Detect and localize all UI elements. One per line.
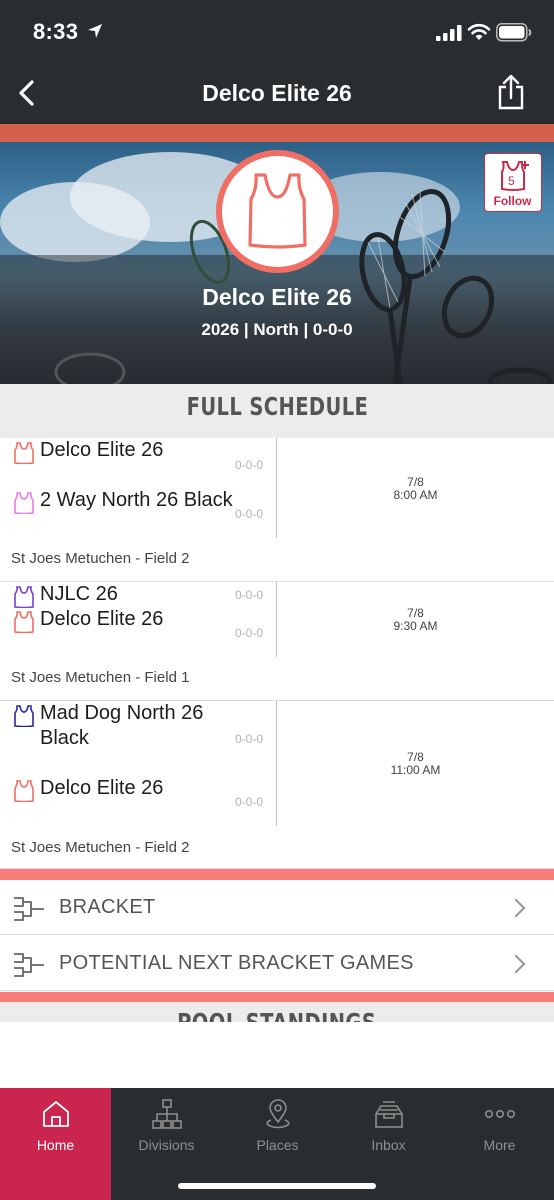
game-venue: St Joes Metuchen - Field 1 bbox=[11, 669, 190, 686]
team2-name: Delco Elite 26 bbox=[40, 608, 164, 630]
game-date: 7/8 bbox=[407, 475, 424, 489]
team2-record: 0-0-0 bbox=[234, 507, 263, 521]
wifi-icon bbox=[467, 23, 491, 40]
follow-label: Follow bbox=[493, 194, 532, 208]
team-subtitle: 2026 | North | 0-0-0 bbox=[201, 320, 353, 339]
follow-button[interactable]: 5 Follow bbox=[484, 153, 542, 212]
navigation-bar: Delco Elite 26 bbox=[0, 62, 554, 124]
tab-more[interactable]: More bbox=[444, 1088, 554, 1200]
team1-jersey-icon bbox=[14, 442, 34, 464]
chevron-right-icon bbox=[514, 898, 526, 918]
game-date: 7/8 bbox=[407, 750, 424, 764]
more-icon bbox=[484, 1110, 515, 1119]
full-schedule-title: FULL SCHEDULE bbox=[186, 392, 368, 421]
team-avatar bbox=[216, 150, 339, 273]
team2-name: 2 Way North 26 Black bbox=[40, 489, 233, 511]
follow-jersey-icon: 5 bbox=[501, 161, 529, 191]
team2-record: 0-0-0 bbox=[234, 626, 263, 640]
tab-more-label: More bbox=[483, 1137, 516, 1153]
potential-bracket-games-label: POTENTIAL NEXT BRACKET GAMES bbox=[59, 952, 414, 974]
game-card[interactable]: NJLC 26 0-0-0 Delco Elite 26 0-0-0 7/8 9… bbox=[0, 582, 554, 701]
team1-record: 0-0-0 bbox=[234, 588, 263, 602]
inbox-icon bbox=[375, 1101, 403, 1128]
section-separator bbox=[0, 869, 554, 880]
team2-name: Delco Elite 26 bbox=[40, 777, 164, 799]
pool-standings-title: POOL STANDINGS bbox=[177, 1008, 376, 1022]
tab-divisions-label: Divisions bbox=[138, 1137, 195, 1153]
divisions-icon bbox=[152, 1099, 182, 1129]
game-venue: St Joes Metuchen - Field 2 bbox=[11, 839, 190, 856]
home-indicator[interactable] bbox=[178, 1183, 376, 1189]
status-bar: 8:33 bbox=[0, 0, 554, 62]
page-title: Delco Elite 26 bbox=[202, 80, 352, 106]
game-date: 7/8 bbox=[407, 606, 424, 620]
team2-jersey-icon bbox=[14, 780, 34, 802]
signal-icon bbox=[436, 25, 462, 41]
home-icon bbox=[43, 1101, 69, 1127]
game-time: 8:00 AM bbox=[393, 488, 438, 502]
chevron-right-icon bbox=[514, 954, 526, 974]
team1-record: 0-0-0 bbox=[234, 732, 263, 746]
follow-count: 5 bbox=[508, 174, 515, 188]
tab-home-label: Home bbox=[36, 1137, 75, 1153]
team1-name: Mad Dog North 26 Black bbox=[40, 702, 204, 749]
tab-inbox-label: Inbox bbox=[371, 1137, 406, 1153]
tab-home[interactable]: Home bbox=[0, 1088, 111, 1200]
jersey-icon bbox=[248, 173, 307, 249]
team2-jersey-icon bbox=[14, 492, 34, 514]
accent-strip bbox=[0, 124, 554, 142]
location-arrow-icon bbox=[88, 24, 102, 38]
potential-bracket-games-row[interactable]: POTENTIAL NEXT BRACKET GAMES bbox=[0, 936, 554, 991]
game-card[interactable]: Delco Elite 26 0-0-0 2 Way North 26 Blac… bbox=[0, 438, 554, 582]
game-venue: St Joes Metuchen - Field 2 bbox=[11, 550, 190, 567]
team2-record: 0-0-0 bbox=[234, 795, 263, 809]
pool-standings-heading: POOL STANDINGS bbox=[0, 1002, 554, 1022]
bracket-icon bbox=[14, 897, 44, 921]
team1-jersey-icon bbox=[14, 586, 34, 608]
game-time: 9:30 AM bbox=[393, 619, 438, 633]
battery-icon bbox=[496, 23, 532, 42]
places-icon bbox=[266, 1099, 290, 1129]
team-header: Delco Elite 26 2026 | North | 0-0-0 5 Fo… bbox=[0, 142, 554, 384]
bracket-icon bbox=[14, 953, 44, 977]
game-time: 11:00 AM bbox=[390, 763, 441, 777]
status-time: 8:33 bbox=[33, 19, 79, 44]
team1-name: Delco Elite 26 bbox=[40, 439, 164, 461]
tab-places-label: Places bbox=[256, 1137, 299, 1153]
bracket-label: BRACKET bbox=[59, 896, 156, 918]
share-icon[interactable] bbox=[495, 74, 527, 110]
team2-jersey-icon bbox=[14, 611, 34, 633]
game-card[interactable]: Mad Dog North 26 Black 0-0-0 Delco Elite… bbox=[0, 701, 554, 869]
team-name: Delco Elite 26 bbox=[202, 284, 352, 310]
full-schedule-heading: FULL SCHEDULE bbox=[0, 384, 554, 438]
team1-name: NJLC 26 bbox=[40, 583, 118, 605]
team1-jersey-icon bbox=[14, 705, 34, 727]
team1-record: 0-0-0 bbox=[234, 458, 263, 472]
bracket-row[interactable]: BRACKET bbox=[0, 880, 554, 935]
